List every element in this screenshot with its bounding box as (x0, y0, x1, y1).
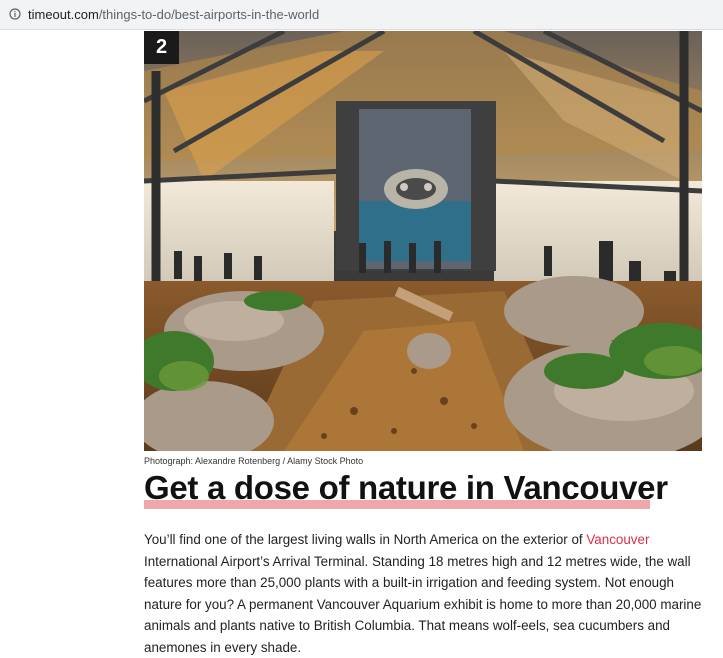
body-text-part1: You’ll find one of the largest living wa… (144, 532, 587, 547)
url-path: /things-to-do/best-airports-in-the-world (98, 7, 320, 22)
url-text[interactable]: timeout.com/things-to-do/best-airports-i… (28, 7, 319, 22)
body-text-part2: International Airport’s Arrival Terminal… (144, 553, 702, 655)
vancouver-link[interactable]: Vancouver (586, 532, 649, 547)
photo-credit: Photograph: Alexandre Rotenberg / Alamy … (144, 456, 364, 466)
hero-photo: 2 (144, 31, 702, 451)
info-icon[interactable] (9, 8, 21, 20)
article-headline: Get a dose of nature in Vancouver (144, 469, 668, 506)
rank-badge: 2 (144, 31, 179, 64)
url-host: timeout.com (28, 7, 99, 22)
address-bar[interactable]: timeout.com/things-to-do/best-airports-i… (0, 0, 723, 30)
article-body: You’ll find one of the largest living wa… (144, 529, 709, 658)
airport-interior-illustration (144, 31, 702, 451)
